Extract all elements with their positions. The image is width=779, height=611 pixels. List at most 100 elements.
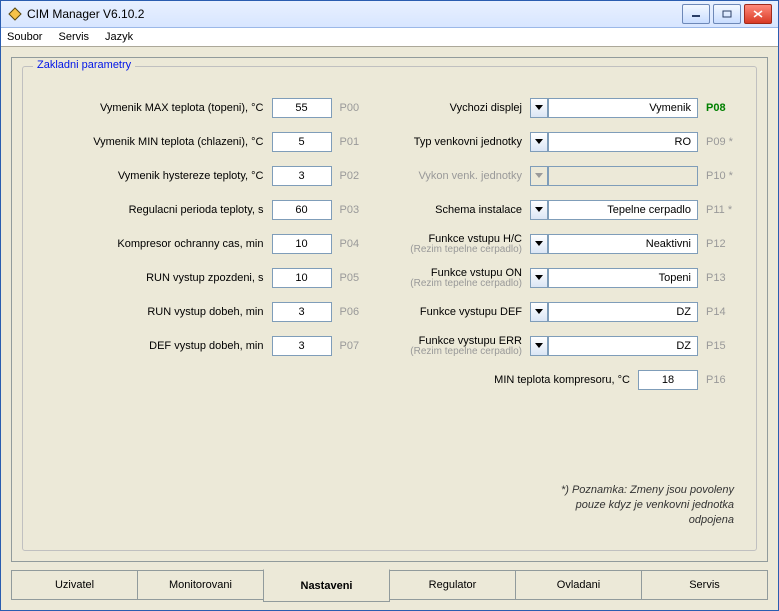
code-p05: P05 [332,272,380,284]
label-p08: Vychozi displej [396,102,531,114]
tab-monitoring[interactable]: Monitorovani [137,570,264,600]
code-p16: P16 [698,374,746,386]
code-p00: P00 [332,102,380,114]
basic-params-group: Zakladni parametry Vymenik MAX teplota (… [22,66,757,551]
row-p11: Schema instalace P11 * [396,193,747,227]
code-p12: P12 [698,238,746,250]
row-p13: Funkce vstupu ON(Rezim tepelne cerpadlo)… [396,261,747,295]
input-p02[interactable] [272,166,332,186]
label-p06: RUN vystup dobeh, min [29,306,272,318]
dropdown-value-p14[interactable] [548,302,698,322]
dropdown-btn-p10 [530,166,548,186]
row-p05: RUN vystup zpozdeni, s P05 [29,261,380,295]
row-p12: Funkce vstupu H/C(Rezim tepelne cerpadlo… [396,227,747,261]
dropdown-btn-p09[interactable] [530,132,548,152]
group-title: Zakladni parametry [33,59,135,71]
dropdown-btn-p11[interactable] [530,200,548,220]
row-p01: Vymenik MIN teplota (chlazeni), °C P01 [29,125,380,159]
code-p07: P07 [332,340,380,352]
label-p02: Vymenik hystereze teploty, °C [29,170,272,182]
title-bar[interactable]: CIM Manager V6.10.2 [1,1,778,28]
input-p04[interactable] [272,234,332,254]
input-p00[interactable] [272,98,332,118]
code-p10: P10 * [698,170,746,182]
row-p02: Vymenik hystereze teploty, °C P02 [29,159,380,193]
right-column: Vychozi displej P08 Typ venkovni jednotky… [390,67,757,550]
code-p02: P02 [332,170,380,182]
code-p04: P04 [332,238,380,250]
code-p08: P08 [698,102,746,114]
row-p09: Typ venkovni jednotky P09 * [396,125,747,159]
label-p04: Kompresor ochranny cas, min [29,238,272,250]
dropdown-value-p10 [548,166,698,186]
dropdown-btn-p14[interactable] [530,302,548,322]
dropdown-btn-p15[interactable] [530,336,548,356]
label-p07: DEF vystup dobeh, min [29,340,272,352]
menu-service[interactable]: Servis [58,31,89,43]
row-p14: Funkce vystupu DEF P14 [396,295,747,329]
row-p08: Vychozi displej P08 [396,91,747,125]
code-p15: P15 [698,340,746,352]
row-p06: RUN vystup dobeh, min P06 [29,295,380,329]
tab-regulator[interactable]: Regulator [389,570,516,600]
input-p05[interactable] [272,268,332,288]
input-p01[interactable] [272,132,332,152]
app-window: CIM Manager V6.10.2 Soubor Servis Jazyk … [0,0,779,611]
label-p16: MIN teplota kompresoru, °C [396,374,639,386]
close-button[interactable] [744,4,772,24]
label-p10: Vykon venk. jednotky [396,170,531,182]
dropdown-value-p12[interactable] [548,234,698,254]
row-p15: Funkce vystupu ERR(Rezim tepelne cerpadl… [396,329,747,363]
app-icon [7,6,23,22]
label-p01: Vymenik MIN teplota (chlazeni), °C [29,136,272,148]
dropdown-value-p08[interactable] [548,98,698,118]
window-title: CIM Manager V6.10.2 [27,7,144,21]
row-p04: Kompresor ochranny cas, min P04 [29,227,380,261]
tab-control[interactable]: Ovladani [515,570,642,600]
label-p09: Typ venkovni jednotky [396,136,531,148]
label-p14: Funkce vystupu DEF [396,306,531,318]
code-p01: P01 [332,136,380,148]
label-p11: Schema instalace [396,204,531,216]
row-p10: Vykon venk. jednotky P10 * [396,159,747,193]
menu-file[interactable]: Soubor [7,31,42,43]
row-p00: Vymenik MAX teplota (topeni), °C P00 [29,91,380,125]
input-p16[interactable] [638,370,698,390]
client-area: Zakladni parametry Vymenik MAX teplota (… [1,49,778,610]
dropdown-value-p15[interactable] [548,336,698,356]
code-p14: P14 [698,306,746,318]
label-p15: Funkce vystupu ERR(Rezim tepelne cerpadl… [396,335,531,357]
input-p03[interactable] [272,200,332,220]
dropdown-value-p11[interactable] [548,200,698,220]
label-p00: Vymenik MAX teplota (topeni), °C [29,102,272,114]
code-p09: P09 * [698,136,746,148]
dropdown-btn-p08[interactable] [530,98,548,118]
bottom-tabs: Uzivatel Monitorovani Nastaveni Regulato… [11,570,768,600]
tab-settings[interactable]: Nastaveni [263,569,390,602]
label-p12: Funkce vstupu H/C(Rezim tepelne cerpadlo… [396,233,531,255]
main-panel: Zakladni parametry Vymenik MAX teplota (… [11,57,768,562]
row-p03: Regulacni perioda teploty, s P03 [29,193,380,227]
dropdown-value-p09[interactable] [548,132,698,152]
code-p06: P06 [332,306,380,318]
menu-language[interactable]: Jazyk [105,31,133,43]
input-p06[interactable] [272,302,332,322]
dropdown-value-p13[interactable] [548,268,698,288]
code-p03: P03 [332,204,380,216]
maximize-button[interactable] [713,4,741,24]
label-p05: RUN vystup zpozdeni, s [29,272,272,284]
code-p11: P11 * [698,204,746,216]
tab-servis[interactable]: Servis [641,570,768,600]
label-p13: Funkce vstupu ON(Rezim tepelne cerpadlo) [396,267,531,289]
row-p16: MIN teplota kompresoru, °C P16 [396,363,747,397]
dropdown-btn-p12[interactable] [530,234,548,254]
tab-user[interactable]: Uzivatel [11,570,138,600]
label-p03: Regulacni perioda teploty, s [29,204,272,216]
dropdown-btn-p13[interactable] [530,268,548,288]
row-p07: DEF vystup dobeh, min P07 [29,329,380,363]
left-column: Vymenik MAX teplota (topeni), °C P00 Vyme… [23,67,390,550]
minimize-button[interactable] [682,4,710,24]
menu-bar: Soubor Servis Jazyk [1,28,778,47]
code-p13: P13 [698,272,746,284]
input-p07[interactable] [272,336,332,356]
